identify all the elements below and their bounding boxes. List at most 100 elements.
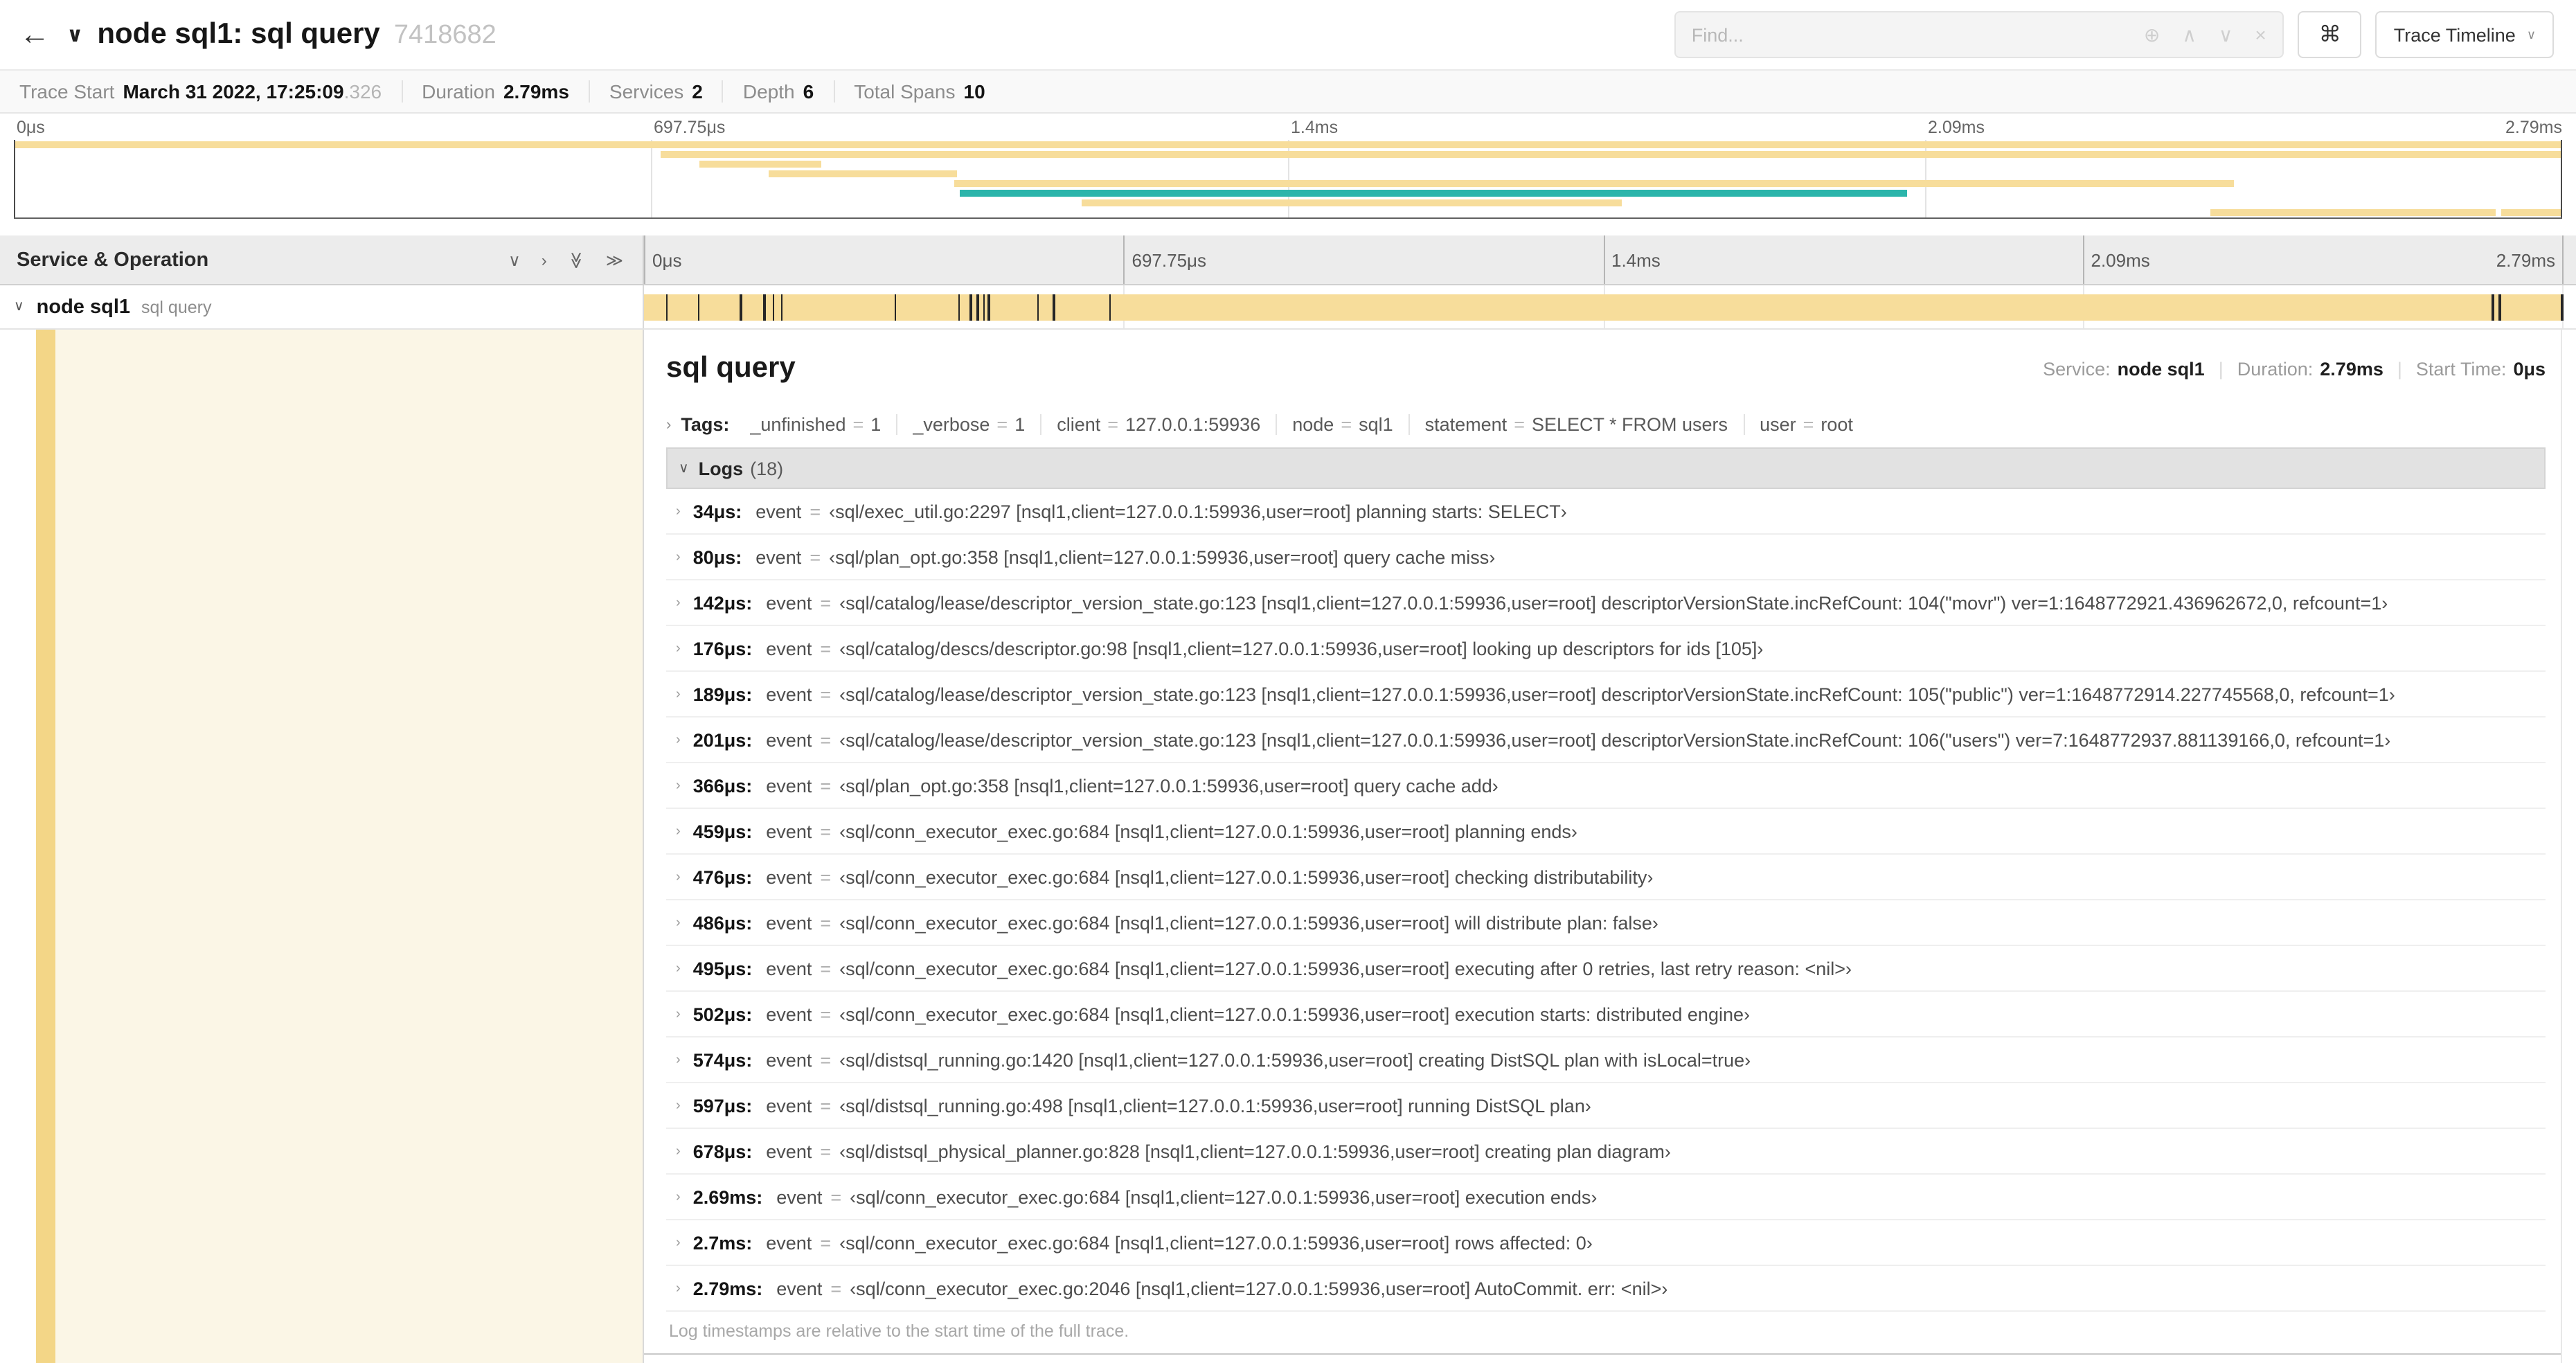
collapse-one-icon[interactable]: ∨ bbox=[508, 250, 521, 269]
log-marker bbox=[1109, 294, 1111, 320]
log-field-key: event bbox=[766, 638, 812, 659]
ruler-tick: 697.75μs bbox=[1123, 235, 1206, 284]
timeline-right-border bbox=[2561, 330, 2562, 1363]
log-equals: = bbox=[820, 775, 832, 796]
meta-label: Service: bbox=[2043, 358, 2111, 379]
log-field-value: ‹sql/catalog/descs/descriptor.go:98 [nsq… bbox=[839, 638, 1764, 659]
log-entry[interactable]: › 201μs: event = ‹sql/catalog/lease/descript… bbox=[666, 718, 2546, 763]
log-entry[interactable]: › 34μs: event = ‹sql/exec_util.go:2297 [nsql… bbox=[666, 489, 2546, 535]
log-field-value: ‹sql/distsql_running.go:1420 [nsql1,clie… bbox=[839, 1049, 1751, 1070]
log-timestamp: 142μs: bbox=[692, 592, 753, 613]
log-expand-icon: › bbox=[676, 686, 681, 702]
log-entry[interactable]: › 495μs: event = ‹sql/conn_executor_exec.go:… bbox=[666, 946, 2546, 992]
log-entry[interactable]: › 574μs: event = ‹sql/distsql_running.go:142… bbox=[666, 1037, 2546, 1083]
minimap-span bbox=[959, 190, 1908, 197]
log-timestamp: 486μs: bbox=[692, 912, 753, 933]
tag-equals: = bbox=[1803, 414, 1814, 435]
log-entry[interactable]: › 2.69ms: event = ‹sql/conn_executor_exec.go… bbox=[666, 1175, 2546, 1220]
log-timestamp: 2.7ms: bbox=[692, 1232, 753, 1253]
log-marker bbox=[1037, 294, 1039, 320]
logs-section: ∨ Logs (18) › 34μs: event = ‹sql/exec_util.g… bbox=[666, 447, 2546, 1353]
prev-match-icon[interactable]: ∧ bbox=[2182, 23, 2197, 46]
log-timestamp: 574μs: bbox=[692, 1049, 753, 1070]
log-entry[interactable]: › 678μs: event = ‹sql/distsql_physical_plann… bbox=[666, 1129, 2546, 1175]
column-resizer[interactable] bbox=[641, 235, 647, 1363]
tags-list: _unfinished = 1 _verbose = 1 client = 127.0.0.1:… bbox=[735, 414, 1868, 435]
span-collapse-icon[interactable]: ∨ bbox=[14, 299, 24, 314]
clear-find-icon[interactable]: × bbox=[2255, 24, 2266, 46]
log-field-value: ‹sql/catalog/lease/descriptor_version_st… bbox=[839, 729, 2391, 750]
log-entry[interactable]: › 476μs: event = ‹sql/conn_executor_exec.go:… bbox=[666, 855, 2546, 900]
match-highlight-icon[interactable]: ⊕ bbox=[2144, 23, 2160, 46]
minimap-tick-label: 1.4ms bbox=[1291, 118, 1339, 137]
log-field-value: ‹sql/conn_executor_exec.go:2046 [nsql1,c… bbox=[850, 1278, 1668, 1299]
log-entry[interactable]: › 486μs: event = ‹sql/conn_executor_exec.go:… bbox=[666, 900, 2546, 946]
log-marker bbox=[772, 294, 775, 320]
log-equals: = bbox=[810, 546, 821, 567]
back-button[interactable]: ← bbox=[19, 17, 50, 53]
tag-value: sql1 bbox=[1359, 414, 1393, 435]
minimap-span bbox=[661, 151, 2562, 158]
log-entry[interactable]: › 597μs: event = ‹sql/distsql_running.go:498… bbox=[666, 1083, 2546, 1129]
log-field-value: ‹sql/conn_executor_exec.go:684 [nsql1,cl… bbox=[839, 912, 1658, 933]
log-equals: = bbox=[820, 958, 832, 979]
log-field-key: event bbox=[766, 1049, 812, 1070]
expand-all-icon[interactable]: ≫ bbox=[606, 250, 623, 269]
tag-key: statement bbox=[1424, 414, 1508, 435]
minimap-span bbox=[1081, 199, 1622, 206]
log-field-value: ‹sql/conn_executor_exec.go:684 [nsql1,cl… bbox=[850, 1186, 1598, 1207]
minimap-viewport-handle-left[interactable] bbox=[14, 140, 15, 217]
log-field-value: ‹sql/catalog/lease/descriptor_version_st… bbox=[839, 684, 2395, 704]
log-entry[interactable]: › 366μs: event = ‹sql/plan_opt.go:358 [nsql1… bbox=[666, 763, 2546, 809]
collapse-all-icon[interactable]: ≫ bbox=[566, 251, 586, 268]
trace-collapse-icon[interactable]: ∨ bbox=[66, 22, 83, 47]
summary-item-label: Duration bbox=[422, 80, 495, 103]
span-detail-meta: Service: node sql1 | Duration: 2.79ms | Start … bbox=[2043, 358, 2546, 379]
minimap-scrubber[interactable] bbox=[14, 140, 2562, 219]
find-input[interactable] bbox=[1676, 24, 2127, 45]
log-field-key: event bbox=[766, 958, 812, 979]
log-entry[interactable]: › 502μs: event = ‹sql/conn_executor_exec.go:… bbox=[666, 992, 2546, 1037]
ruler-tick-label: 2.79ms bbox=[2496, 249, 2555, 270]
trace-timeline-page: ← ∨ node sql1: sql query 7418682 ⊕ ∧ ∨ × ⌘ T… bbox=[0, 0, 2576, 1363]
timeline-header-row: Service & Operation ∨ › ≫ ≫ 0μs 697.75μs 1.4m… bbox=[0, 235, 2576, 285]
keyboard-shortcuts-button[interactable]: ⌘ bbox=[2298, 11, 2362, 58]
log-equals: = bbox=[820, 912, 832, 933]
log-timestamp: 34μs: bbox=[692, 501, 742, 522]
log-equals: = bbox=[830, 1186, 842, 1207]
span-detail-left-gutter bbox=[0, 330, 644, 1363]
log-entry[interactable]: › 142μs: event = ‹sql/catalog/lease/descript… bbox=[666, 580, 2546, 626]
log-timestamp: 366μs: bbox=[692, 775, 753, 796]
span-duration-bar[interactable] bbox=[644, 294, 2562, 320]
tag-value: SELECT * FROM users bbox=[1531, 414, 1728, 435]
span-service-name: node sql1 bbox=[36, 296, 131, 318]
tag-value: 127.0.0.1:59936 bbox=[1125, 414, 1261, 435]
log-entry[interactable]: › 2.79ms: event = ‹sql/conn_executor_exec.go… bbox=[666, 1266, 2546, 1312]
summary-item-value: 6 bbox=[803, 80, 814, 103]
log-entry[interactable]: › 176μs: event = ‹sql/catalog/descs/descript… bbox=[666, 626, 2546, 672]
span-row[interactable]: ∨ node sql1 sql query bbox=[0, 285, 2576, 330]
next-match-icon[interactable]: ∨ bbox=[2219, 23, 2233, 46]
log-entry[interactable]: › 189μs: event = ‹sql/catalog/lease/descript… bbox=[666, 672, 2546, 718]
span-name-cell[interactable]: ∨ node sql1 sql query bbox=[0, 285, 644, 328]
log-field-value: ‹sql/exec_util.go:2297 [nsql1,client=127… bbox=[829, 501, 1567, 522]
log-entry[interactable]: › 2.7ms: event = ‹sql/conn_executor_exec.go:… bbox=[666, 1220, 2546, 1266]
log-field-key: event bbox=[776, 1278, 823, 1299]
trace-view-selector[interactable]: Trace Timeline ∨ bbox=[2375, 11, 2554, 58]
log-field-key: event bbox=[776, 1186, 823, 1207]
minimap-tick-label: 2.79ms bbox=[2505, 118, 2562, 137]
expand-one-icon[interactable]: › bbox=[542, 250, 547, 269]
minimap-span bbox=[2210, 209, 2496, 216]
span-track[interactable] bbox=[644, 285, 2576, 328]
span-detail-title: sql query bbox=[666, 352, 796, 384]
log-expand-icon: › bbox=[676, 823, 681, 839]
minimap-viewport-handle-right[interactable] bbox=[2561, 140, 2562, 217]
log-entry[interactable]: › 80μs: event = ‹sql/plan_opt.go:358 [nsql1,… bbox=[666, 535, 2546, 580]
timeline-ruler[interactable]: 0μs 697.75μs 1.4ms 2.09ms 2.79ms bbox=[644, 235, 2576, 285]
tags-accordion[interactable]: › Tags: _unfinished = 1 _verbose = 1 client = 12… bbox=[666, 402, 2546, 447]
logs-accordion-header[interactable]: ∨ Logs (18) bbox=[666, 447, 2546, 489]
log-entry[interactable]: › 459μs: event = ‹sql/conn_executor_exec.go:… bbox=[666, 809, 2546, 855]
log-timestamp: 502μs: bbox=[692, 1004, 753, 1024]
log-expand-icon: › bbox=[676, 595, 681, 610]
tag-equals: = bbox=[1107, 414, 1119, 435]
